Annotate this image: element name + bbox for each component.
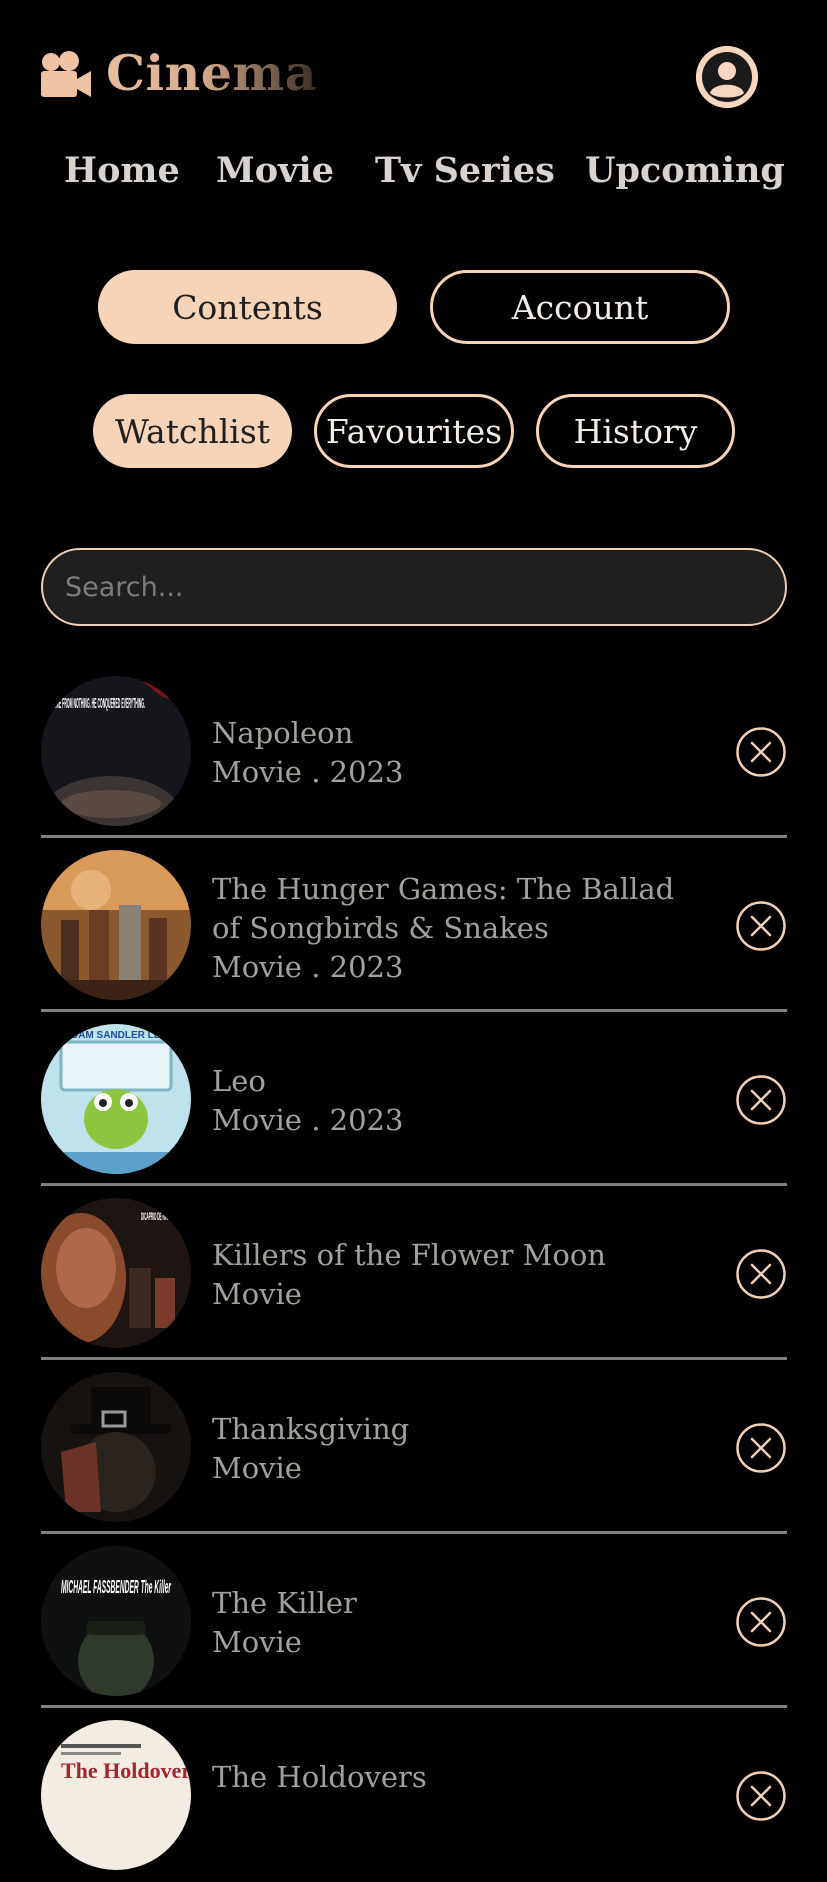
- remove-button[interactable]: [735, 1248, 787, 1300]
- profile-button[interactable]: [696, 46, 758, 108]
- poster-thumbnail: [41, 1372, 191, 1522]
- circle-x-icon: [736, 1423, 786, 1473]
- remove-button[interactable]: [735, 726, 787, 778]
- user-circle-icon: [696, 46, 758, 108]
- search-input[interactable]: [63, 570, 785, 604]
- circle-x-icon: [736, 1249, 786, 1299]
- poster-thumbnail: HE CAME FROM NOTHING. HE CONQUERED EVERY…: [41, 676, 191, 826]
- poster-text: MICHAEL FASSBENDER The Killer: [61, 1577, 171, 1597]
- item-meta: Movie . 2023: [212, 1103, 404, 1137]
- item-info: The Hunger Games: The Ballad of Songbird…: [212, 870, 692, 987]
- search-box: [41, 548, 787, 626]
- tab-watchlist[interactable]: Watchlist: [93, 394, 292, 468]
- item-title: The Killer: [212, 1586, 357, 1620]
- tab-contents[interactable]: Contents: [98, 270, 397, 344]
- watchlist-list: HE CAME FROM NOTHING. HE CONQUERED EVERY…: [41, 664, 787, 1882]
- item-title: The Hunger Games: The Ballad of Songbird…: [212, 872, 675, 945]
- circle-x-icon: [736, 1771, 786, 1821]
- poster-thumbnail: The Holdovers: [41, 1720, 191, 1870]
- item-meta: Movie: [212, 1625, 302, 1659]
- tab-favourites[interactable]: Favourites: [314, 394, 514, 468]
- item-meta: Movie . 2023: [212, 755, 404, 789]
- item-title: Thanksgiving: [212, 1412, 410, 1446]
- item-info: Thanksgiving Movie: [212, 1410, 409, 1488]
- circle-x-icon: [736, 727, 786, 777]
- main-nav: Home Movie Tv Series Upcoming: [0, 150, 827, 202]
- poster-thumbnail: MICHAEL FASSBENDER The Killer: [41, 1546, 191, 1696]
- circle-x-icon: [736, 1075, 786, 1125]
- remove-button[interactable]: [735, 1074, 787, 1126]
- item-info: Leo Movie . 2023: [212, 1062, 403, 1140]
- poster-text: DICAPRIO DE NIRO GLADSTONE: [141, 1211, 191, 1223]
- remove-button[interactable]: [735, 1770, 787, 1822]
- item-info: Napoleon Movie . 2023: [212, 714, 403, 792]
- item-meta: Movie: [212, 1277, 302, 1311]
- poster-thumbnail: DICAPRIO DE NIRO GLADSTONE: [41, 1198, 191, 1348]
- list-item[interactable]: MICHAEL FASSBENDER The Killer The Killer…: [41, 1534, 787, 1708]
- nav-tv-series[interactable]: Tv Series: [375, 150, 555, 191]
- poster-thumbnail: [41, 850, 191, 1000]
- poster-text: ADAM SANDLER LEO: [64, 1030, 169, 1041]
- item-meta: Movie: [212, 1451, 302, 1485]
- poster-thumbnail: ADAM SANDLER LEO: [41, 1024, 191, 1174]
- circle-x-icon: [736, 901, 786, 951]
- item-info: The Holdovers: [212, 1758, 427, 1797]
- poster-text: HE CAME FROM NOTHING. HE CONQUERED EVERY…: [45, 695, 145, 712]
- video-camera-icon: [41, 51, 91, 97]
- poster-text: The Holdovers: [61, 1758, 191, 1783]
- item-title: The Holdovers: [212, 1760, 427, 1794]
- nav-upcoming[interactable]: Upcoming: [585, 150, 785, 191]
- item-title: Killers of the Flower Moon: [212, 1238, 606, 1272]
- list-item[interactable]: ADAM SANDLER LEO Leo Movie . 2023: [41, 1012, 787, 1186]
- nav-home[interactable]: Home: [64, 150, 180, 191]
- remove-button[interactable]: [735, 1422, 787, 1474]
- item-info: The Killer Movie: [212, 1584, 357, 1662]
- nav-movie[interactable]: Movie: [216, 150, 334, 191]
- item-title: Napoleon: [212, 716, 354, 750]
- list-item[interactable]: DICAPRIO DE NIRO GLADSTONE Killers of th…: [41, 1186, 787, 1360]
- app-logo[interactable]: Cinema: [38, 44, 317, 102]
- circle-x-icon: [736, 1597, 786, 1647]
- item-meta: Movie . 2023: [212, 950, 404, 984]
- list-item[interactable]: HE CAME FROM NOTHING. HE CONQUERED EVERY…: [41, 664, 787, 838]
- list-item[interactable]: The Hunger Games: The Ballad of Songbird…: [41, 838, 787, 1012]
- tab-history[interactable]: History: [536, 394, 735, 468]
- tab-account[interactable]: Account: [430, 270, 730, 344]
- list-item[interactable]: Thanksgiving Movie: [41, 1360, 787, 1534]
- app-header: Cinema: [0, 0, 827, 150]
- list-item[interactable]: The Holdovers The Holdovers: [41, 1708, 787, 1882]
- item-info: Killers of the Flower Moon Movie: [212, 1236, 606, 1314]
- remove-button[interactable]: [735, 1596, 787, 1648]
- item-title: Leo: [212, 1064, 266, 1098]
- remove-button[interactable]: [735, 900, 787, 952]
- app-title: Cinema: [106, 44, 318, 102]
